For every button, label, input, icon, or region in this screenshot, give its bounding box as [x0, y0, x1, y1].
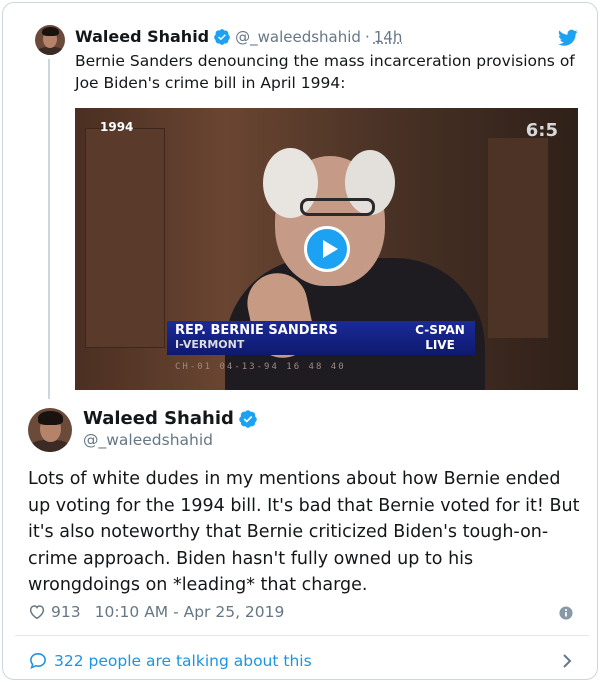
video-player[interactable]: 1994 6:5 REP. BERNIE SANDERS I-VERMONT C…	[75, 108, 578, 390]
twitter-bird-icon[interactable]	[558, 29, 578, 47]
chevron-right-icon[interactable]	[561, 653, 573, 669]
verified-badge-icon	[214, 28, 230, 45]
quoted-author-name[interactable]: Waleed Shahid	[75, 27, 209, 46]
quoted-tweet-header: Waleed Shahid @_waleedshahid · 14h	[75, 27, 402, 46]
video-state-caption: I-VERMONT	[175, 338, 245, 351]
main-author-avatar[interactable]	[28, 408, 72, 452]
main-author-header: Waleed Shahid	[83, 408, 258, 429]
like-count[interactable]: 913	[51, 603, 81, 621]
quoted-tweet-text: Bernie Sanders denouncing the mass incar…	[75, 52, 575, 92]
video-network-badge: C-SPAN LIVE	[405, 321, 475, 355]
tweet-embed-card: Waleed Shahid @_waleedshahid · 14h Berni…	[2, 2, 598, 680]
network-name: C-SPAN	[415, 323, 465, 337]
footer-divider	[15, 635, 589, 636]
heart-icon[interactable]	[28, 603, 46, 621]
verified-badge-icon	[239, 409, 257, 428]
speech-bubble-icon	[30, 652, 46, 670]
video-name-caption: REP. BERNIE SANDERS	[175, 323, 338, 338]
play-icon[interactable]	[304, 226, 350, 272]
video-date-strip: CH-01 04-13-94 16 48 40	[175, 362, 346, 372]
quoted-author-handle[interactable]: @_waleedshahid	[235, 28, 361, 46]
conversation-link[interactable]: 322 people are talking about this	[28, 651, 312, 670]
main-author-handle[interactable]: @_waleedshahid	[83, 431, 213, 449]
video-channel-logo: 6:5	[525, 120, 558, 141]
tweet-stats-row: 913 10:10 AM - Apr 25, 2019	[28, 603, 284, 621]
meta-separator: ·	[364, 27, 370, 46]
thread-connector-line	[48, 59, 50, 399]
quoted-tweet-time[interactable]: 14h	[374, 28, 403, 46]
tweet-timestamp[interactable]: 10:10 AM - Apr 25, 2019	[95, 603, 285, 621]
conversation-link-label: 322 people are talking about this	[54, 651, 312, 670]
info-icon[interactable]	[559, 606, 573, 620]
main-tweet-text: Lots of white dudes in my mentions about…	[28, 469, 580, 595]
video-year-label: 1994	[100, 120, 134, 134]
main-author-name[interactable]: Waleed Shahid	[83, 408, 234, 429]
network-live: LIVE	[425, 338, 455, 352]
quoted-author-avatar[interactable]	[35, 25, 65, 55]
